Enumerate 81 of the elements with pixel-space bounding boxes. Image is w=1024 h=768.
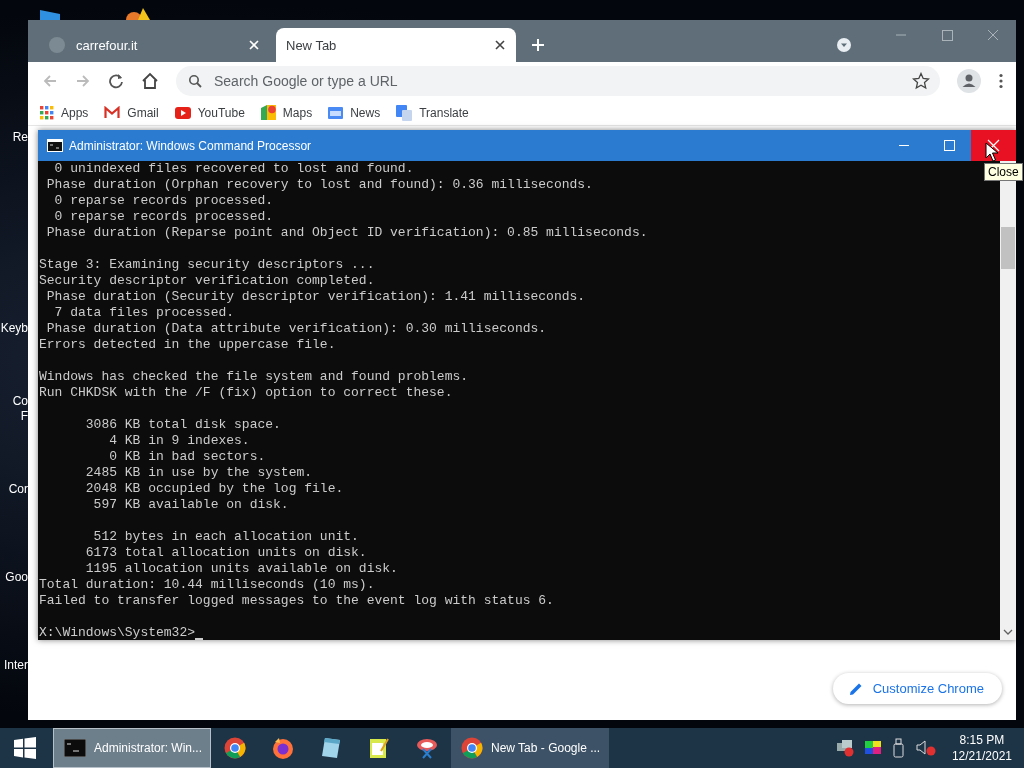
- desktop-icon-label[interactable]: Re: [12, 130, 28, 145]
- desktop-icon-label[interactable]: F: [20, 409, 28, 424]
- pencil-icon: [848, 681, 863, 696]
- star-icon[interactable]: [912, 72, 930, 90]
- console-line: 6173 total allocation units on disk.: [84, 545, 368, 561]
- console-line: Windows has checked the file system and found problems.: [39, 369, 470, 385]
- console-line: Failed to transfer logged messages to the event log with status 6.: [39, 593, 555, 609]
- customize-button[interactable]: Customize Chrome: [832, 673, 1002, 704]
- console-line: 1195 allocation units available on disk.: [84, 561, 399, 577]
- console-line: 4 KB in 9 indexes.: [108, 433, 251, 449]
- new-tab-icon[interactable]: [530, 37, 546, 53]
- newspaper-icon: [328, 106, 344, 119]
- console-line: 2485 KB in use by the system.: [84, 465, 314, 481]
- apps-grid-icon: [40, 105, 54, 120]
- console-line: 512 bytes in each allocation unit.: [92, 529, 360, 545]
- console-app-icon: [47, 139, 63, 152]
- text-editor-icon: [369, 737, 389, 759]
- network-error-icon[interactable]: [835, 739, 854, 757]
- taskbar-button[interactable]: New Tab - Google ...: [451, 728, 609, 768]
- tab-search-icon[interactable]: [836, 37, 852, 53]
- window-title: Administrator: Windows Command Processor: [69, 138, 312, 153]
- browser-tab[interactable]: carrefour.it: [38, 28, 270, 62]
- mouse-pointer-icon: [985, 142, 999, 162]
- fox-browser-icon: [272, 737, 294, 759]
- speaker-muted-icon[interactable]: [915, 739, 938, 757]
- video-play-icon: [174, 106, 191, 119]
- console-line: 0 reparse records processed.: [53, 193, 275, 209]
- desktop-icon-label[interactable]: Cor: [8, 482, 28, 497]
- mail-icon: [104, 106, 121, 119]
- map-pin-icon: [260, 105, 276, 120]
- console-app-icon: [64, 739, 86, 757]
- desktop-icon-label[interactable]: Co: [12, 394, 28, 409]
- color-display-icon[interactable]: [863, 739, 882, 757]
- console-line: Errors detected in the uppercase file.: [39, 337, 337, 353]
- usb-drive-icon[interactable]: [891, 738, 906, 758]
- console-line: 3086 KB total disk space.: [84, 417, 282, 433]
- command-prompt: X:\Windows\System32>: [39, 625, 196, 640]
- browser-logo-icon: [461, 737, 483, 759]
- clock-time[interactable]: 8:15 PM: [959, 732, 1005, 748]
- menu-icon[interactable]: [998, 73, 1004, 89]
- desktop-icon-label[interactable]: Inter: [4, 658, 28, 673]
- console-line: 597 KB available on disk.: [92, 497, 290, 513]
- console-line: 0 KB in bad sectors.: [108, 449, 267, 465]
- close-icon[interactable]: [494, 39, 506, 51]
- tab-title: carrefour.it: [76, 37, 139, 53]
- browser-logo-icon: [224, 737, 246, 759]
- console-line: 2048 KB occupied by the log file.: [84, 481, 345, 497]
- bookmark[interactable]: Apps: [40, 105, 89, 120]
- console-line: Security descriptor verification completed.: [39, 273, 376, 289]
- tab-title: New Tab: [286, 37, 338, 53]
- console-line: Total duration: 10.44 milliseconds (10 ms).: [39, 577, 376, 593]
- profile-icon[interactable]: [957, 69, 981, 93]
- reload-icon[interactable]: [108, 73, 124, 89]
- desktop-icon-label[interactable]: Goo: [5, 570, 28, 585]
- console-line: Phase duration (Orphan recovery to lost and found): 0.36 milliseconds.: [45, 177, 594, 193]
- text-cursor-icon: [195, 638, 204, 640]
- console-line: 0 reparse records processed.: [53, 209, 275, 225]
- home-icon[interactable]: [141, 72, 159, 90]
- bookmark[interactable]: Translate: [396, 104, 469, 121]
- scissors-icon: [415, 737, 439, 759]
- bookmark[interactable]: Maps: [260, 105, 313, 120]
- bookmark[interactable]: News: [328, 105, 381, 120]
- notepad-icon: [321, 737, 341, 759]
- tooltip: Close: [984, 163, 1023, 181]
- console-line: Phase duration (Reparse point and Object ID verification): 0.85 milliseconds.: [45, 225, 649, 241]
- console-line: 7 data files processed.: [53, 305, 236, 321]
- bookmark[interactable]: Gmail: [104, 105, 159, 120]
- windows-start-icon[interactable]: [14, 737, 36, 759]
- taskbar-button[interactable]: Administrator: Win...: [53, 728, 211, 768]
- address-bar[interactable]: Search Google or type a URL: [176, 66, 940, 96]
- console-line: Phase duration (Security descriptor verification): 1.41 milliseconds.: [45, 289, 587, 305]
- console-line: Run CHKDSK with the /F (fix) option to correct these.: [39, 385, 454, 401]
- desktop-icon-label[interactable]: Keyb: [0, 321, 28, 336]
- clock-date[interactable]: 12/21/2021: [951, 748, 1012, 764]
- bookmark[interactable]: YouTube: [174, 105, 245, 120]
- scroll-thumb[interactable]: [1001, 227, 1015, 269]
- browser-tab[interactable]: New Tab: [276, 28, 516, 62]
- console-line: Phase duration (Data attribute verification): 0.30 milliseconds.: [45, 321, 548, 337]
- globe-icon: [48, 36, 66, 54]
- translate-icon: [396, 104, 413, 121]
- console-line: Stage 3: Examining security descriptors ...: [39, 257, 376, 273]
